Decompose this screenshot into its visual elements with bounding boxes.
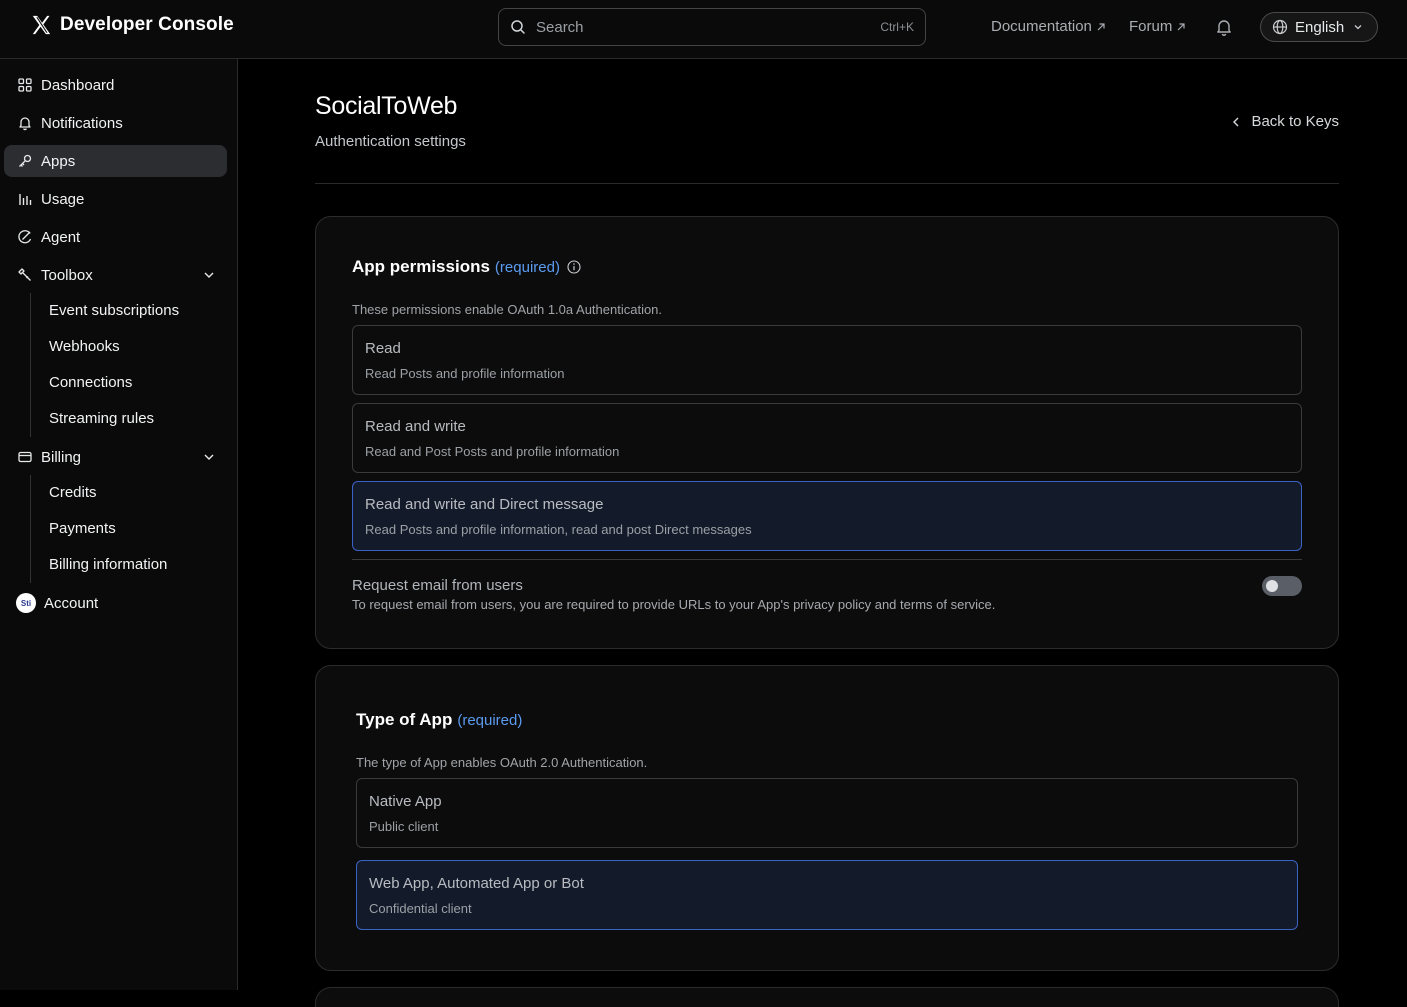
app-permissions-card: App permissions (required) These permiss… (315, 216, 1339, 649)
sidebar-subitem-credits[interactable]: Credits (49, 484, 97, 501)
search-input[interactable] (536, 18, 881, 36)
sidebar-item-label: Apps (41, 152, 76, 170)
forum-label: Forum (1129, 18, 1173, 35)
next-card (315, 987, 1339, 1007)
option-description: Confidential client (369, 901, 472, 916)
sidebar-item-label: Dashboard (41, 76, 115, 94)
sidebar-item-label: Toolbox (41, 266, 93, 284)
app-permissions-title: App permissions (required) (352, 257, 581, 277)
page-subtitle: Authentication settings (315, 133, 466, 150)
option-title: Read (365, 340, 401, 357)
toggle-knob (1266, 580, 1278, 592)
submenu-line (30, 475, 31, 583)
brand[interactable]: Developer Console (30, 14, 234, 36)
option-title: Web App, Automated App or Bot (369, 875, 584, 892)
agent-icon (18, 230, 32, 244)
divider (352, 559, 1302, 560)
search-shortcut: Ctrl+K (880, 20, 914, 34)
sidebar-item-label: Billing (41, 448, 82, 466)
sidebar-item-agent[interactable]: Agent (4, 221, 227, 253)
required-badge: (required) (494, 258, 560, 276)
sidebar-item-account[interactable]: Sti Account (4, 587, 227, 619)
documentation-label: Documentation (991, 18, 1092, 35)
info-icon[interactable] (567, 260, 581, 274)
permission-option-read-write[interactable]: Read and write Read and Post Posts and p… (352, 403, 1302, 473)
brand-name: Developer Console (60, 14, 234, 35)
option-title: Read and write (365, 418, 466, 435)
required-badge: (required) (457, 711, 523, 729)
grid-icon (18, 78, 32, 92)
option-description: Read Posts and profile information (365, 366, 565, 381)
sidebar-item-label: Account (44, 594, 99, 612)
wrench-icon (18, 268, 31, 281)
sidebar: Dashboard Notifications Apps Usage Agent (0, 59, 238, 990)
sidebar-item-toolbox[interactable]: Toolbox (4, 259, 227, 291)
request-email-toggle[interactable] (1262, 576, 1302, 596)
app-type-option-web-app[interactable]: Web App, Automated App or Bot Confidenti… (356, 860, 1298, 930)
divider (315, 183, 1339, 184)
option-title: Read and write and Direct message (365, 496, 604, 513)
forum-link[interactable]: Forum (1129, 18, 1186, 35)
sidebar-item-usage[interactable]: Usage (4, 183, 227, 215)
sidebar-subitem-streaming-rules[interactable]: Streaming rules (49, 410, 154, 427)
option-title: Native App (369, 793, 442, 810)
chevron-down-icon (1354, 25, 1362, 30)
sidebar-item-billing[interactable]: Billing (4, 441, 227, 473)
globe-icon (1272, 19, 1288, 35)
sidebar-item-notifications[interactable]: Notifications (4, 107, 227, 139)
back-label: Back to Keys (1251, 113, 1339, 130)
chevron-left-icon (1233, 117, 1239, 126)
type-of-app-title: Type of App (required) (356, 710, 522, 730)
sidebar-subitem-payments[interactable]: Payments (49, 520, 116, 537)
app-permissions-description: These permissions enable OAuth 1.0a Auth… (352, 302, 663, 317)
top-bar: Developer Console Ctrl+K Documentation F… (0, 0, 1407, 59)
type-of-app-description: The type of App enables OAuth 2.0 Authen… (356, 755, 648, 770)
sidebar-item-label: Agent (41, 228, 81, 246)
documentation-link[interactable]: Documentation (991, 18, 1106, 35)
sidebar-item-apps[interactable]: Apps (4, 145, 227, 177)
sidebar-item-dashboard[interactable]: Dashboard (4, 69, 227, 101)
sidebar-subitem-webhooks[interactable]: Webhooks (49, 338, 120, 355)
main-content: SocialToWeb Authentication settings Back… (238, 59, 1407, 1007)
submenu-line (30, 293, 31, 437)
card-title-text: App permissions (352, 257, 490, 276)
avatar: Sti (16, 593, 36, 613)
permission-option-read[interactable]: Read Read Posts and profile information (352, 325, 1302, 395)
bar-chart-icon (19, 194, 32, 205)
sidebar-subitem-event-subscriptions[interactable]: Event subscriptions (49, 302, 179, 319)
app-type-option-native[interactable]: Native App Public client (356, 778, 1298, 848)
request-email-title: Request email from users (352, 577, 523, 594)
option-description: Public client (369, 819, 439, 834)
credit-card-icon (18, 451, 32, 463)
request-email-description: To request email from users, you are req… (352, 597, 996, 612)
sidebar-subitem-connections[interactable]: Connections (49, 374, 132, 391)
option-description: Read and Post Posts and profile informat… (365, 444, 620, 459)
search-icon (511, 20, 525, 34)
sidebar-item-label: Usage (41, 190, 85, 208)
language-label: English (1295, 18, 1345, 36)
chevron-down-icon (204, 454, 214, 460)
card-title-text: Type of App (356, 710, 453, 729)
external-link-icon (1097, 22, 1105, 30)
page-title: SocialToWeb (315, 92, 458, 120)
key-icon (19, 154, 32, 167)
language-selector[interactable]: English (1260, 12, 1378, 42)
external-link-icon (1177, 22, 1185, 30)
type-of-app-card: Type of App (required) The type of App e… (315, 665, 1339, 971)
permission-option-read-write-dm[interactable]: Read and write and Direct message Read P… (352, 481, 1302, 551)
bell-icon (19, 117, 31, 131)
bell-icon[interactable] (1214, 17, 1234, 37)
sidebar-subitem-billing-information[interactable]: Billing information (49, 556, 167, 573)
sidebar-item-label: Notifications (41, 114, 123, 132)
x-logo-icon (32, 15, 51, 35)
chevron-down-icon (204, 272, 214, 278)
search-box[interactable]: Ctrl+K (498, 8, 926, 46)
back-to-keys-link[interactable]: Back to Keys (1231, 113, 1339, 130)
option-description: Read Posts and profile information, read… (365, 522, 752, 537)
